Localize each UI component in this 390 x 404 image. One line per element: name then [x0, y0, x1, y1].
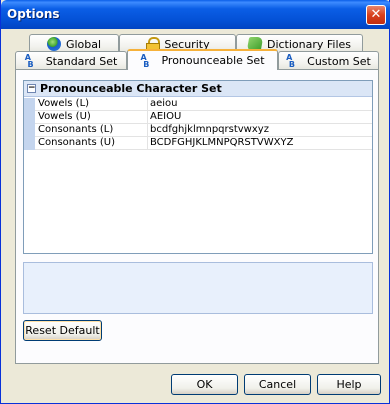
reset-default-button[interactable]: Reset Default [23, 320, 102, 341]
close-button[interactable]: ✕ [366, 5, 386, 25]
row-gutter [24, 124, 35, 137]
tab-pronounceable-set[interactable]: A B Pronounceable Set [127, 49, 278, 70]
property-row[interactable]: Consonants (L) bcdfghjklmnpqrstvwxyz [24, 124, 372, 137]
tab-label: Custom Set [307, 54, 371, 68]
ok-button[interactable]: OK [171, 374, 238, 395]
tab-custom-set[interactable]: A B Custom Set [278, 51, 379, 70]
title-bar[interactable]: Options ✕ [1, 0, 390, 29]
tab-label: Standard Set [45, 54, 118, 68]
property-grid[interactable]: − Pronounceable Character Set Vowels (L)… [23, 80, 373, 254]
tab-label: Pronounceable Set [161, 54, 265, 67]
ab-charset-icon: A B [286, 53, 296, 69]
grid-category-header[interactable]: − Pronounceable Character Set [24, 81, 372, 97]
ab-charset-icon: A B [24, 53, 34, 69]
property-name: Vowels (U) [35, 111, 148, 124]
property-value[interactable]: aeiou [148, 98, 372, 111]
cancel-button[interactable]: Cancel [244, 374, 311, 395]
tab-standard-set[interactable]: A B Standard Set [15, 51, 127, 70]
row-gutter [24, 98, 35, 111]
row-gutter [24, 111, 35, 124]
property-row[interactable]: Vowels (L) aeiou [24, 98, 372, 111]
row-gutter [24, 137, 35, 150]
property-row[interactable]: Consonants (U) BCDFGHJKLMNPQRSTVWXYZ [24, 137, 372, 150]
tab-panel: − Pronounceable Character Set Vowels (L)… [15, 69, 379, 364]
ab-charset-icon: A B [140, 52, 150, 69]
tab-label: Global [65, 37, 102, 51]
options-dialog: Options ✕ Global Security Dictionary Fil… [0, 0, 390, 404]
property-value[interactable]: AEIOU [148, 111, 372, 124]
property-value[interactable]: BCDFGHJKLMNPQRSTVWXYZ [148, 137, 372, 150]
globe-icon [46, 37, 61, 51]
window-title: Options [7, 7, 60, 21]
help-button[interactable]: Help [317, 374, 381, 395]
property-name: Vowels (L) [35, 98, 148, 111]
close-icon: ✕ [370, 7, 382, 22]
property-row[interactable]: Vowels (U) AEIOU [24, 111, 372, 124]
category-title: Pronounceable Character Set [40, 82, 222, 95]
collapse-icon[interactable]: − [27, 84, 36, 93]
tab-label: Dictionary Files [266, 37, 352, 51]
property-name: Consonants (L) [35, 124, 148, 137]
description-pane [23, 262, 373, 314]
property-name: Consonants (U) [35, 137, 148, 150]
property-value[interactable]: bcdfghjklmnpqrstvwxyz [148, 124, 372, 137]
